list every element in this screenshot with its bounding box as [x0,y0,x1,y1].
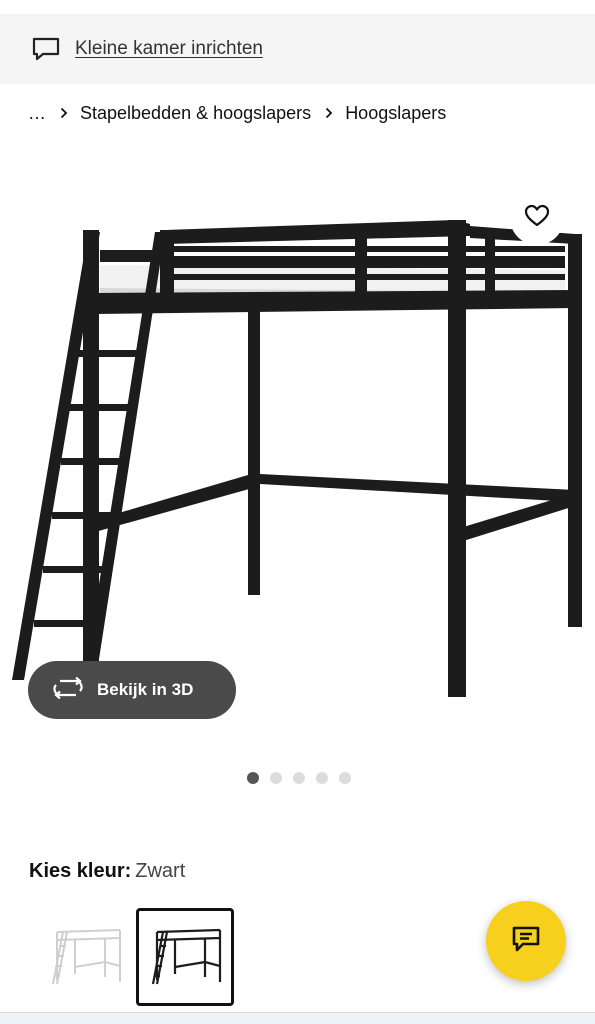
carousel-dot-5[interactable] [338,772,351,784]
chat-bubble-icon [30,33,62,65]
carousel-indicators [0,772,595,784]
breadcrumb-loft-beds[interactable]: Hoogslapers [345,103,446,124]
chevron-right-icon [325,107,333,119]
color-selector-label: Kies kleur: Zwart [29,860,185,883]
chat-button[interactable] [486,901,566,981]
wishlist-button[interactable] [510,191,564,245]
bottom-bar-edge [0,1012,595,1024]
top-spacer [0,0,595,14]
view-in-3d-label: Bekijk in 3D [97,680,194,699]
chevron-right-icon [60,107,68,119]
color-label-key: Kies kleur: [29,860,132,882]
inspiration-banner[interactable]: Kleine kamer inrichten [0,14,595,84]
breadcrumb: … Stapelbedden & hoogslapers Hoogslapers [28,100,446,126]
banner-link[interactable]: Kleine kamer inrichten [75,38,263,60]
color-label-value: Zwart [135,860,186,882]
chat-icon [511,925,541,958]
view-in-3d-button[interactable]: Bekijk in 3D [28,661,236,719]
heart-icon [524,204,550,233]
breadcrumb-ellipsis[interactable]: … [28,103,46,124]
carousel-dot-2[interactable] [269,772,282,784]
color-swatch-black[interactable] [136,908,234,1006]
color-swatch-white[interactable] [36,908,134,1006]
carousel-dot-1[interactable] [246,772,259,784]
loft-bed-white-thumbnail [52,929,121,985]
breadcrumb-bunk-beds[interactable]: Stapelbedden & hoogslapers [80,103,311,124]
loft-bed-black-thumbnail [151,928,222,985]
carousel-dot-3[interactable] [292,772,305,784]
carousel-dot-4[interactable] [315,772,328,784]
rotate-3d-icon [52,676,84,704]
